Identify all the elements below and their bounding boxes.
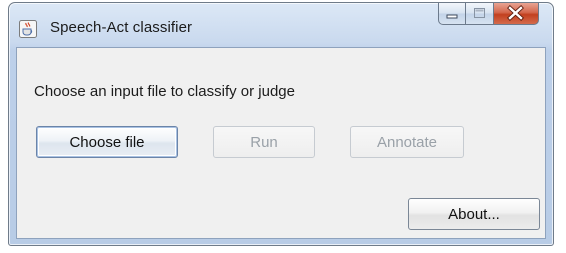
title-bar[interactable]: Speech-Act classifier	[9, 3, 553, 47]
dialog-content: Choose an input file to classify or judg…	[16, 47, 546, 239]
about-button[interactable]: About...	[408, 198, 540, 230]
maximize-icon	[474, 8, 485, 18]
app-window: Speech-Act classifier Choose an input fi…	[8, 2, 554, 246]
close-icon	[507, 5, 524, 21]
window-title: Speech-Act classifier	[50, 19, 193, 36]
maximize-button[interactable]	[466, 3, 494, 25]
window-controls	[438, 3, 539, 26]
close-button[interactable]	[494, 3, 539, 25]
minimize-icon	[446, 14, 458, 19]
annotate-button: Annotate	[350, 126, 464, 158]
java-cup-icon	[19, 20, 37, 38]
instruction-label: Choose an input file to classify or judg…	[34, 83, 295, 100]
run-button: Run	[213, 126, 315, 158]
choose-file-button[interactable]: Choose file	[36, 126, 178, 158]
minimize-button[interactable]	[438, 3, 466, 25]
